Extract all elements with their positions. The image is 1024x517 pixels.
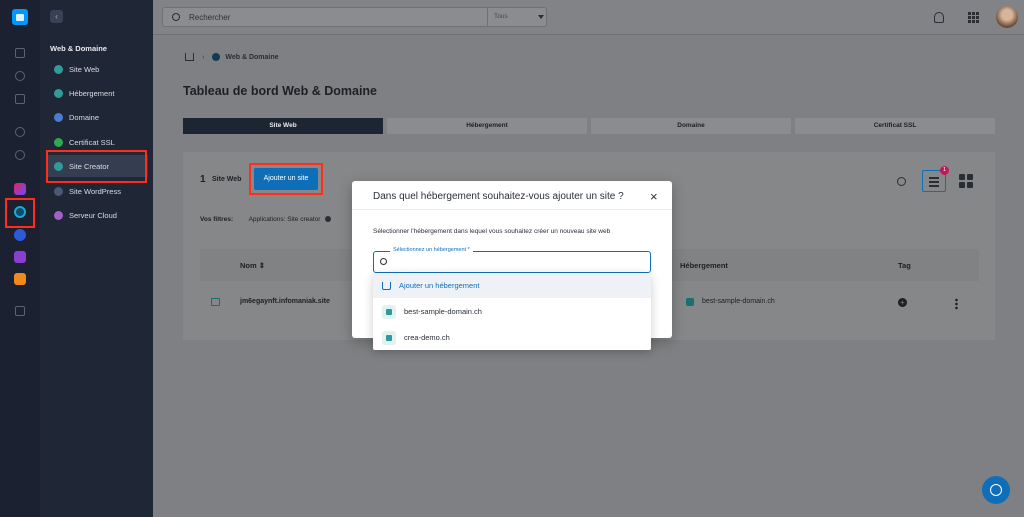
hosting-icon xyxy=(54,88,63,98)
search-icon xyxy=(172,13,180,21)
highlight-box xyxy=(5,198,35,228)
active-filters: Vos filtres: Applications: Site creator xyxy=(200,216,332,223)
option-hosting[interactable]: crea-demo.ch xyxy=(373,325,651,350)
streaming-app-icon[interactable] xyxy=(14,273,26,285)
sidebar-item-site-web[interactable]: Site Web xyxy=(46,58,148,80)
sidebar-item-serveur-cloud[interactable]: Serveur Cloud xyxy=(46,204,148,226)
kdrive-app-icon[interactable] xyxy=(14,229,26,241)
apps-grid-icon[interactable] xyxy=(968,12,979,23)
mail-app-icon[interactable] xyxy=(14,251,26,263)
domain-icon xyxy=(54,112,63,122)
team-icon[interactable] xyxy=(15,150,25,160)
tab-certificat-ssl[interactable]: Certificat SSL xyxy=(795,118,995,134)
wordpress-icon xyxy=(54,186,63,196)
highlight-box xyxy=(249,163,323,195)
option-add-hosting[interactable]: Ajouter un hébergement xyxy=(373,273,651,298)
global-search[interactable]: Rechercher Tous xyxy=(162,7,547,27)
option-label: best-sample-domain.ch xyxy=(404,307,482,316)
sidebar-item-site-wordpress[interactable]: Site WordPress xyxy=(46,180,148,202)
site-count: 1 xyxy=(200,174,206,185)
hosting-search-field[interactable]: Sélectionnez un hébergement * xyxy=(373,247,651,273)
avatar[interactable] xyxy=(996,6,1018,28)
cloud-icon xyxy=(54,210,63,220)
more-actions-icon[interactable] xyxy=(955,298,958,310)
tab-site-web[interactable]: Site Web xyxy=(183,118,383,134)
option-label: Ajouter un hébergement xyxy=(399,281,480,290)
hosting-options-list: Ajouter un hébergement best-sample-domai… xyxy=(373,273,651,350)
app-rail xyxy=(0,0,40,517)
sidebar-section-title: Web & Domaine xyxy=(50,44,107,53)
hosting-icon xyxy=(686,298,694,306)
site-hosting: best-sample-domain.ch xyxy=(702,298,775,305)
chevron-right-icon: › xyxy=(202,53,205,61)
highlight-box xyxy=(46,150,147,183)
option-hosting[interactable]: best-sample-domain.ch xyxy=(373,299,651,324)
lock-icon xyxy=(54,137,63,147)
column-header-hosting: Hébergement xyxy=(680,261,728,270)
home-icon[interactable] xyxy=(185,53,194,61)
server-icon[interactable] xyxy=(15,48,25,58)
filter-chip: Applications: Site creator xyxy=(248,216,321,223)
sidebar: ‹ Web & Domaine Site Web Hébergement Dom… xyxy=(40,0,153,517)
column-header-tag: Tag xyxy=(898,261,911,270)
logout-icon[interactable] xyxy=(15,306,25,316)
column-header-name[interactable]: Nom ⇕ xyxy=(240,261,265,270)
search-input[interactable]: Rechercher xyxy=(189,13,230,22)
breadcrumb: › Web & Domaine xyxy=(185,53,279,61)
topbar: Rechercher Tous xyxy=(153,0,1024,35)
remove-filter-icon[interactable] xyxy=(325,216,332,222)
support-icon[interactable] xyxy=(15,127,25,137)
tab-hebergement[interactable]: Hébergement xyxy=(387,118,587,134)
site-web-icon xyxy=(54,64,63,74)
site-icon xyxy=(211,298,220,306)
grid-view-icon[interactable] xyxy=(959,174,973,188)
users-icon[interactable] xyxy=(15,71,25,81)
infomaniak-logo-icon[interactable] xyxy=(12,9,28,25)
chevron-down-icon xyxy=(538,15,544,19)
search-icon xyxy=(380,258,387,265)
web-domain-icon xyxy=(212,53,221,61)
filter-count-badge: 1 xyxy=(940,166,949,175)
site-count-label: Site Web xyxy=(212,176,242,183)
sidebar-item-label: Serveur Cloud xyxy=(69,210,117,220)
sidebar-item-label: Certificat SSL xyxy=(69,137,115,147)
close-icon[interactable]: × xyxy=(650,190,658,203)
sidebar-item-label: Hébergement xyxy=(69,88,115,98)
tab-domaine[interactable]: Domaine xyxy=(591,118,791,134)
sidebar-item-label: Site Web xyxy=(69,64,100,74)
divider xyxy=(352,209,672,210)
bell-icon[interactable] xyxy=(934,12,944,23)
collapse-sidebar-button[interactable]: ‹ xyxy=(50,10,63,23)
sidebar-item-label: Site WordPress xyxy=(69,186,121,196)
dialog-title: Dans quel hébergement souhaitez-vous ajo… xyxy=(373,191,624,202)
hosting-icon xyxy=(382,304,396,319)
option-label: crea-demo.ch xyxy=(404,333,450,342)
sidebar-item-hebergement[interactable]: Hébergement xyxy=(46,82,148,104)
tab-bar: Site Web Hébergement Domaine Certificat … xyxy=(183,118,995,134)
cart-icon xyxy=(382,281,391,290)
hosting-icon xyxy=(382,330,396,345)
support-chat-button[interactable] xyxy=(982,476,1010,504)
billing-icon[interactable] xyxy=(15,94,25,104)
page-title: Tableau de bord Web & Domaine xyxy=(183,84,378,98)
search-scope-select[interactable]: Tous xyxy=(487,8,547,26)
search-scope-value: Tous xyxy=(494,13,508,20)
sidebar-item-label: Domaine xyxy=(69,112,100,122)
site-name[interactable]: jm6egaynft.infomaniak.site xyxy=(240,298,330,305)
kchat-app-icon[interactable] xyxy=(14,183,26,195)
add-tag-icon[interactable]: + xyxy=(898,298,907,307)
search-icon[interactable] xyxy=(897,177,906,186)
sidebar-item-domaine[interactable]: Domaine xyxy=(46,106,148,128)
breadcrumb-current: Web & Domaine xyxy=(225,53,279,61)
dialog-description: Sélectionner l'hébergement dans lequel v… xyxy=(373,228,611,235)
field-label: Sélectionnez un hébergement * xyxy=(390,247,473,253)
filters-label: Vos filtres: xyxy=(200,216,234,223)
